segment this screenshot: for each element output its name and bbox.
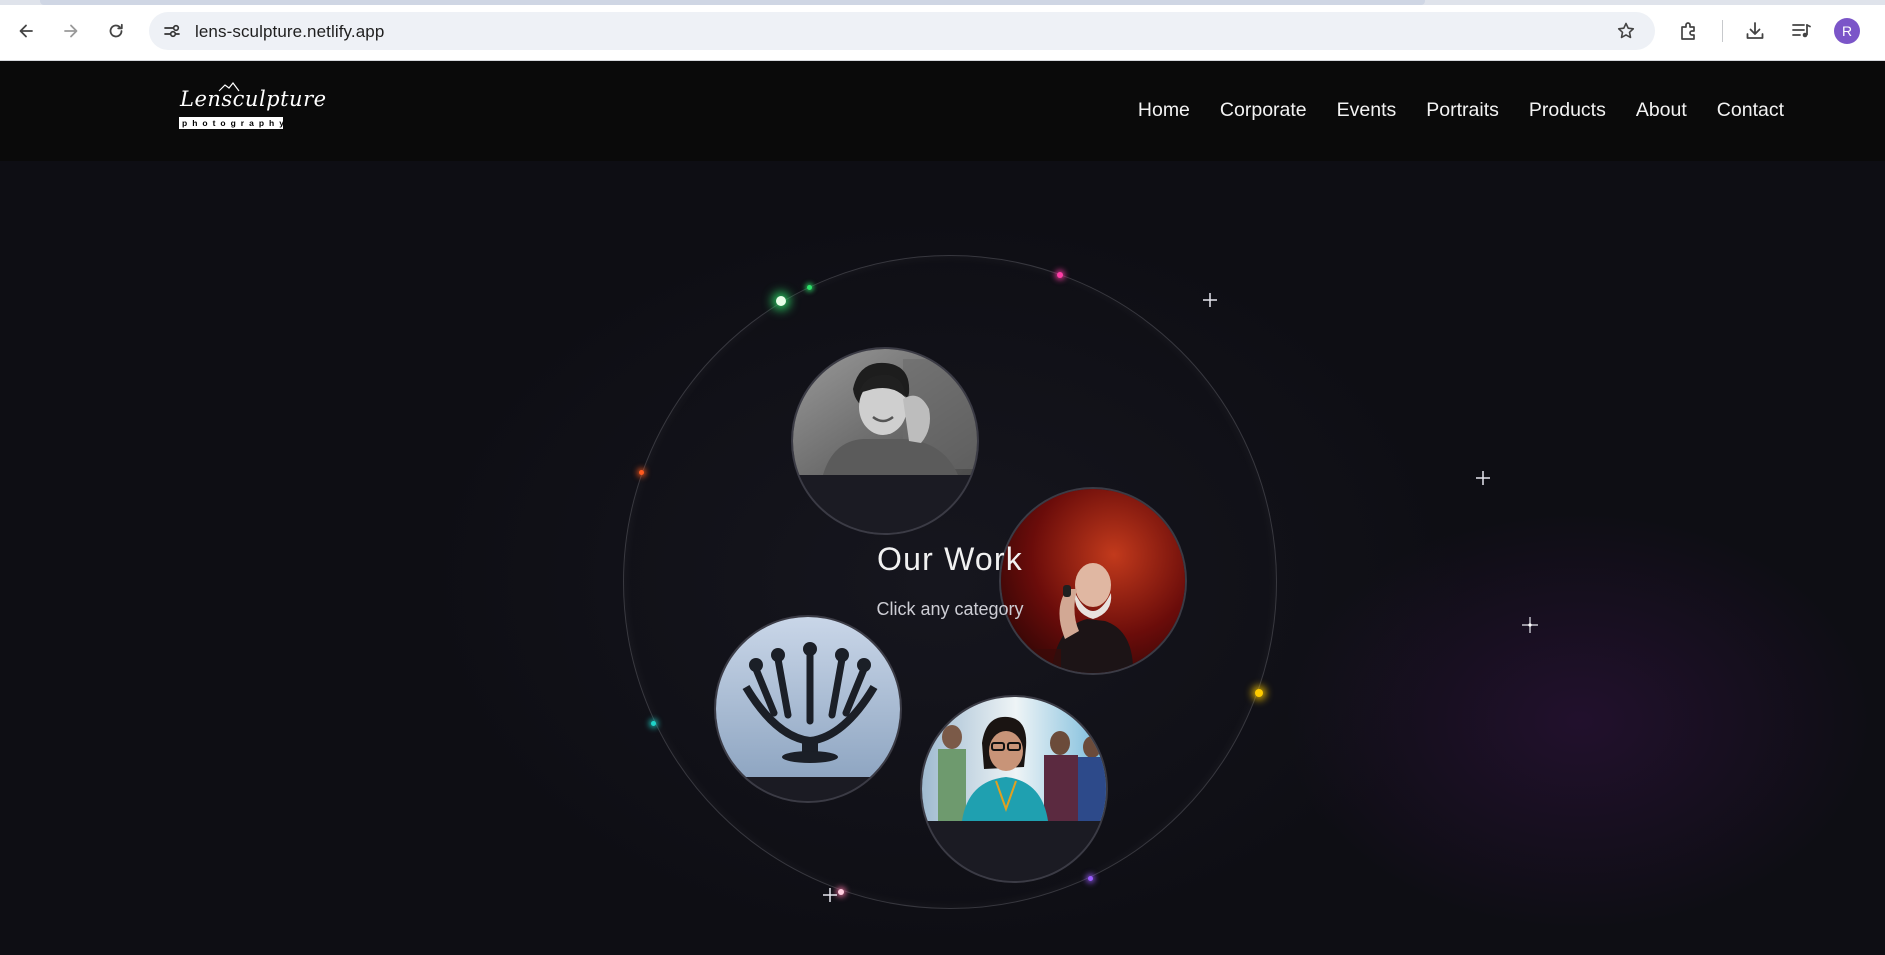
extensions-icon	[1681, 22, 1695, 40]
reload-button[interactable]	[101, 16, 131, 46]
back-icon	[19, 24, 33, 38]
hero-title: Our Work	[877, 541, 1023, 577]
active-tab-edge[interactable]	[40, 0, 1425, 5]
logo-script-text: Lensculpture	[180, 87, 327, 111]
downloads-button[interactable]	[1741, 17, 1769, 45]
media-controls-icon	[1792, 24, 1811, 38]
nav-about[interactable]: About	[1636, 99, 1687, 122]
main-navigation: Home Corporate Events Portraits Products…	[1138, 99, 1784, 122]
orbit-dot-pink	[1057, 272, 1063, 278]
extensions-button[interactable]	[1675, 17, 1703, 45]
reload-icon	[109, 23, 123, 38]
orbit-dot-yellow	[1255, 689, 1263, 697]
sparkle-icon	[1203, 293, 1217, 307]
bookmark-star-icon	[1617, 22, 1635, 39]
logo-subtitle: photography	[179, 117, 284, 129]
orbit-dot-orange	[639, 470, 644, 475]
site-logo[interactable]: Lensculpture photography	[178, 82, 326, 133]
tab-strip-edge	[0, 0, 1885, 5]
site-header: Lensculpture photography Home Corporate …	[0, 61, 1885, 161]
address-bar[interactable]: lens-sculpture.netlify.app	[149, 12, 1655, 50]
url-text[interactable]: lens-sculpture.netlify.app	[195, 22, 384, 42]
corporate-photo	[922, 697, 1106, 881]
downloads-icon	[1746, 22, 1764, 39]
products-photo	[716, 617, 900, 801]
profile-avatar[interactable]: R	[1834, 18, 1860, 44]
nav-home[interactable]: Home	[1138, 99, 1190, 122]
events-circle[interactable]	[999, 487, 1187, 675]
sparkle-icon	[1522, 617, 1538, 633]
portrait-photo	[793, 349, 977, 533]
events-photo	[1001, 489, 1185, 673]
forward-icon	[64, 24, 78, 38]
site-info-button[interactable]	[159, 18, 185, 44]
products-circle[interactable]	[714, 615, 902, 803]
website-viewport: Lensculpture photography Home Corporate …	[0, 61, 1885, 955]
orbit-dot-green	[776, 296, 786, 306]
orbit-dot-teal	[651, 721, 656, 726]
browser-toolbar: lens-sculpture.netlify.app R	[0, 0, 1885, 61]
nav-portraits[interactable]: Portraits	[1426, 99, 1499, 122]
back-button[interactable]	[11, 16, 41, 46]
nav-events[interactable]: Events	[1337, 99, 1397, 122]
toolbar-separator	[1722, 20, 1723, 42]
bookmark-button[interactable]	[1615, 20, 1637, 42]
site-info-icon	[164, 24, 180, 38]
nav-products[interactable]: Products	[1529, 99, 1606, 122]
corporate-circle[interactable]	[920, 695, 1108, 883]
media-controls-button[interactable]	[1787, 17, 1815, 45]
sparkle-icon	[1476, 471, 1490, 485]
sparkle-icon	[823, 888, 837, 902]
portraits-circle[interactable]	[791, 347, 979, 535]
orbit-dot-green-small	[807, 285, 812, 290]
orbit-dot-rose	[838, 889, 844, 895]
hero-subtitle: Click any category	[876, 599, 1024, 619]
forward-button[interactable]	[56, 16, 86, 46]
nav-contact[interactable]: Contact	[1717, 99, 1784, 122]
nav-corporate[interactable]: Corporate	[1220, 99, 1307, 122]
